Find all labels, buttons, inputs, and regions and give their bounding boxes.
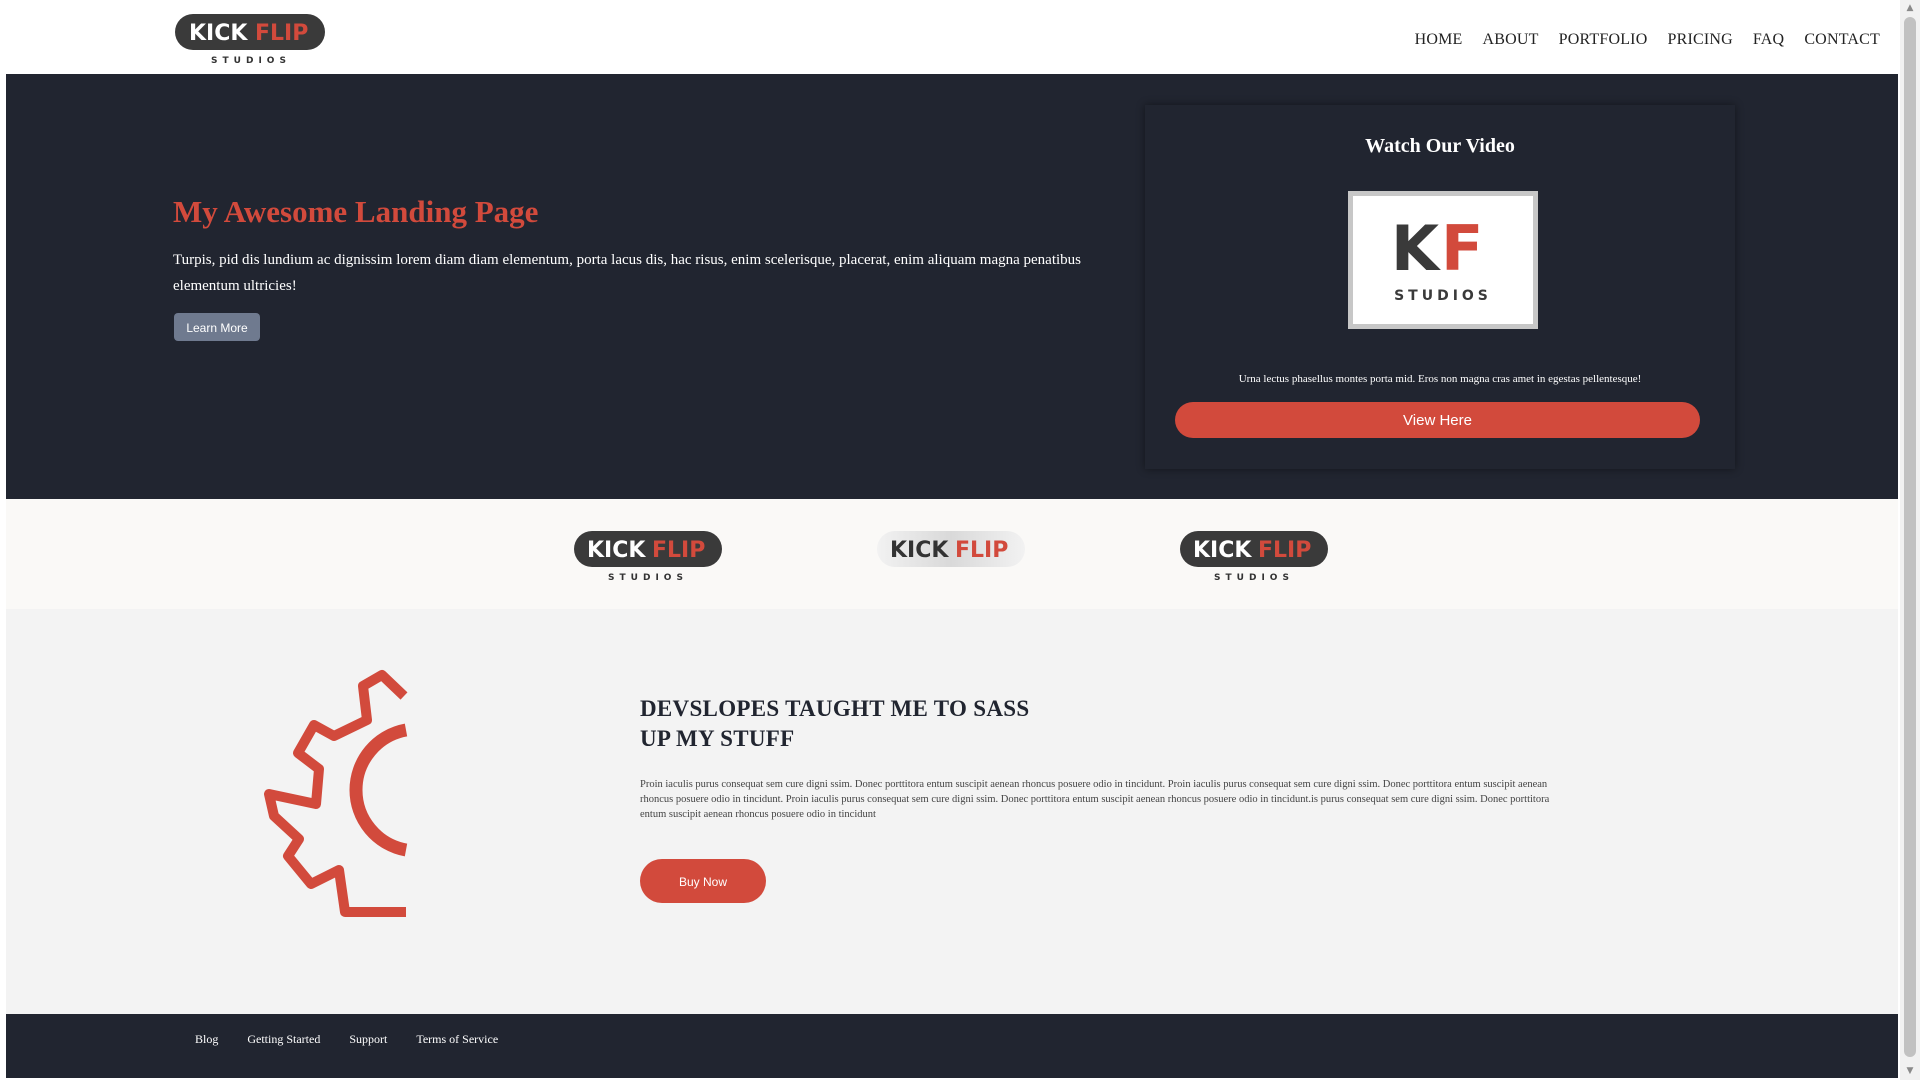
footer-link-support[interactable]: Support bbox=[349, 1032, 387, 1047]
kf-mark-k: K bbox=[1391, 212, 1441, 285]
partner-logo-word-kick: KICK bbox=[1193, 538, 1252, 563]
view-here-button[interactable]: View Here bbox=[1175, 402, 1700, 438]
site-footer: Blog Getting Started Support Terms of Se… bbox=[6, 1014, 1898, 1078]
scroll-up-arrow-icon[interactable]: ▲ bbox=[1900, 0, 1920, 17]
hero-title: My Awesome Landing Page bbox=[173, 194, 539, 229]
video-card: Watch Our Video K F STUDIOS Urna lectus … bbox=[1145, 105, 1735, 469]
nav-pricing[interactable]: PRICING bbox=[1667, 31, 1732, 49]
gear-inner-arc bbox=[349, 723, 408, 857]
partner-logo-word-kick: KICK bbox=[587, 538, 646, 563]
kf-studios-subtitle: STUDIOS bbox=[1394, 288, 1492, 304]
partner-logo-1[interactable]: KICK FLIP STUDIOS bbox=[572, 529, 724, 583]
partner-logo-subtitle: STUDIOS bbox=[1214, 573, 1294, 583]
nav-contact[interactable]: CONTACT bbox=[1804, 31, 1880, 49]
page-viewport: KICK FLIP STUDIOS HOME ABOUT PORTFOLIO P… bbox=[0, 0, 1900, 1080]
main-nav: HOME ABOUT PORTFOLIO PRICING FAQ CONTACT bbox=[1415, 31, 1880, 49]
learn-more-button[interactable]: Learn More bbox=[174, 313, 260, 341]
feature-section: DEVSLOPES TAUGHT ME TO SASS UP MY STUFF … bbox=[6, 609, 1898, 1014]
kf-studios-logo: K F STUDIOS bbox=[1391, 212, 1492, 304]
partner-logo-subtitle: STUDIOS bbox=[608, 573, 688, 583]
video-card-text: Urna lectus phasellus montes porta mid. … bbox=[1238, 373, 1642, 385]
nav-faq[interactable]: FAQ bbox=[1753, 31, 1784, 49]
footer-link-blog[interactable]: Blog bbox=[195, 1032, 218, 1047]
buy-now-button[interactable]: Buy Now bbox=[640, 859, 766, 903]
feature-text: Proin iaculis purus consequat sem cure d… bbox=[640, 779, 1550, 820]
partner-logo-3[interactable]: KICK FLIP STUDIOS bbox=[1178, 529, 1330, 583]
footer-links: Blog Getting Started Support Terms of Se… bbox=[195, 1032, 498, 1047]
gear-icon bbox=[264, 670, 408, 917]
feature-title-line-1: DEVSLOPES TAUGHT ME TO SASS bbox=[640, 696, 1030, 721]
footer-link-terms[interactable]: Terms of Service bbox=[416, 1032, 498, 1047]
scroll-down-arrow-icon[interactable]: ▼ bbox=[1900, 1063, 1920, 1080]
video-thumbnail[interactable]: K F STUDIOS bbox=[1348, 191, 1538, 329]
partner-logo-word-flip: FLIP bbox=[1258, 538, 1311, 563]
partner-logo-word-flip: FLIP bbox=[652, 538, 705, 563]
nav-home[interactable]: HOME bbox=[1415, 31, 1463, 49]
video-card-title: Watch Our Video bbox=[1365, 135, 1515, 157]
scrollbar-thumb[interactable] bbox=[1904, 17, 1916, 1057]
feature-title: DEVSLOPES TAUGHT ME TO SASS UP MY STUFF bbox=[640, 694, 1100, 754]
hero-text: Turpis, pid dis lundium ac dignissim lor… bbox=[173, 252, 1082, 294]
feature-title-line-2: UP MY STUFF bbox=[640, 726, 795, 751]
hero-section: My Awesome Landing Page Turpis, pid dis … bbox=[6, 74, 1898, 499]
partner-logos-strip: KICK FLIP STUDIOS KICK FLIP KICK FLIP ST… bbox=[6, 499, 1898, 609]
nav-about[interactable]: ABOUT bbox=[1483, 31, 1539, 49]
logo-subtitle: STUDIOS bbox=[211, 56, 291, 66]
site-header: KICK FLIP STUDIOS HOME ABOUT PORTFOLIO P… bbox=[6, 0, 1900, 74]
footer-link-getting-started[interactable]: Getting Started bbox=[247, 1032, 320, 1047]
nav-portfolio[interactable]: PORTFOLIO bbox=[1559, 31, 1648, 49]
partner-logo-word-flip: FLIP bbox=[955, 538, 1008, 563]
kf-mark-f: F bbox=[1441, 212, 1483, 285]
vertical-scrollbar[interactable]: ▲ ▼ bbox=[1900, 0, 1920, 1080]
gear-outline bbox=[264, 670, 408, 917]
logo-word-kick: KICK bbox=[189, 21, 248, 46]
partner-logo-word-kick: KICK bbox=[890, 538, 949, 563]
kickflip-logo[interactable]: KICK FLIP STUDIOS bbox=[173, 12, 329, 66]
logo-word-flip: FLIP bbox=[255, 21, 308, 46]
partner-logo-2[interactable]: KICK FLIP bbox=[875, 529, 1027, 583]
